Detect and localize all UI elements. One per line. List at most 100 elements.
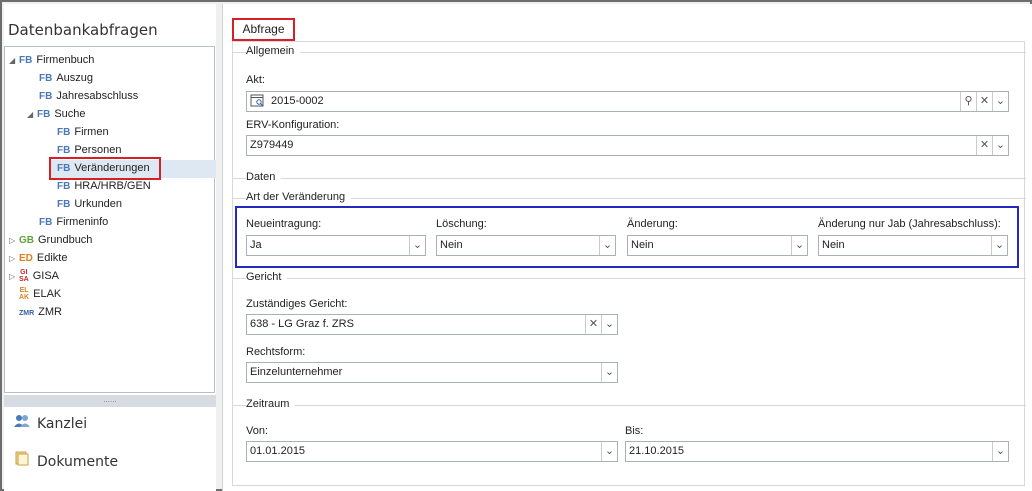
tree-item-urkunden[interactable]: FB Urkunden	[57, 195, 122, 213]
tree-item-label: Urkunden	[74, 198, 123, 210]
tree-item-firmenbuch[interactable]: ◢ FB Firmenbuch	[9, 51, 94, 69]
fb-icon: FB	[39, 73, 53, 84]
von-label: Von:	[246, 425, 269, 437]
tree-item-label: Auszug	[56, 72, 94, 84]
aenderung-label: Änderung:	[627, 218, 678, 230]
record-lookup-icon	[250, 94, 265, 111]
akt-field[interactable]: 2015-0002 ⚲ ✕ ⌄	[246, 91, 1009, 112]
collapse-arrow-icon[interactable]: ◢	[9, 52, 19, 70]
collapse-arrow-icon[interactable]: ◢	[27, 106, 37, 124]
tree-item-label: Personen	[74, 144, 122, 156]
clear-icon[interactable]: ✕	[585, 315, 601, 334]
tree-item-firmeninfo[interactable]: FB Firmeninfo	[39, 213, 108, 231]
bis-value: 21.10.2015	[629, 445, 685, 457]
court-value: 638 - LG Graz f. ZRS	[250, 318, 354, 330]
tree-item-elak[interactable]: EL AK ELAK	[19, 285, 61, 303]
tree-item-label: Edikte	[36, 252, 68, 264]
main-panel: Abfrage Allgemein Akt: 2015-0002 ⚲ ✕ ⌄ E…	[222, 4, 1032, 491]
erv-value: Z979449	[250, 139, 294, 151]
akt-value: 2015-0002	[271, 95, 324, 107]
neueintragung-label: Neueintragung:	[246, 218, 322, 230]
section-divider	[233, 405, 1026, 406]
nav-kanzlei[interactable]: Kanzlei	[14, 414, 87, 434]
von-value: 01.01.2015	[250, 445, 306, 457]
section-divider	[233, 52, 1026, 53]
section-title-art-der-veraenderung: Art der Veränderung	[246, 191, 352, 203]
tree-item-suche[interactable]: ◢ FB Suche	[27, 105, 86, 123]
tree-item-label: HRA/HRB/GEN	[74, 180, 151, 192]
tree-item-firmen[interactable]: FB Firmen	[57, 123, 109, 141]
chevron-down-icon[interactable]: ⌄	[601, 315, 617, 334]
expand-arrow-icon[interactable]: ▷	[9, 250, 19, 268]
aenderung-select[interactable]: Nein ⌄	[627, 235, 808, 256]
tab-abfrage[interactable]: Abfrage	[232, 18, 295, 41]
clear-icon[interactable]: ✕	[976, 136, 992, 155]
aenderung-nur-jab-value: Nein	[822, 239, 845, 251]
navigation-tree: ◢ FB Firmenbuch FB Auszug FB Jahresabschluss…	[4, 46, 216, 393]
tree-item-jahresabschluss[interactable]: FB Jahresabschluss	[39, 87, 138, 105]
legal-form-select[interactable]: Einzelunternehmer ⌄	[246, 362, 618, 383]
chevron-down-icon[interactable]: ⌄	[992, 92, 1008, 111]
loeschung-label: Löschung:	[436, 218, 487, 230]
panel-splitter[interactable]: ......	[4, 395, 216, 407]
loeschung-select[interactable]: Nein ⌄	[436, 235, 616, 256]
section-title-allgemein: Allgemein	[246, 45, 301, 57]
court-select[interactable]: 638 - LG Graz f. ZRS ✕ ⌄	[246, 314, 618, 335]
gb-icon: GB	[19, 235, 34, 246]
fb-icon: FB	[57, 127, 71, 138]
section-divider	[233, 198, 1026, 199]
tree-item-zmr[interactable]: ZMR ZMR	[19, 303, 62, 321]
fb-icon: FB	[19, 55, 33, 66]
loeschung-value: Nein	[440, 239, 463, 251]
tree-item-label: Jahresabschluss	[56, 90, 139, 102]
tree-item-label: Firmen	[74, 126, 109, 138]
chevron-down-icon[interactable]: ⌄	[409, 236, 425, 255]
tree-item-label: ZMR	[38, 306, 62, 318]
neueintragung-select[interactable]: Ja ⌄	[246, 235, 426, 256]
akt-label: Akt:	[246, 74, 265, 86]
chevron-down-icon[interactable]: ⌄	[601, 442, 617, 461]
legal-form-label: Rechtsform:	[246, 346, 306, 358]
section-title-zeitraum: Zeitraum	[246, 398, 296, 410]
bis-date-field[interactable]: 21.10.2015 ⌄	[625, 441, 1009, 462]
tree-item-hra-hrb-gen[interactable]: FB HRA/HRB/GEN	[57, 177, 151, 195]
chevron-down-icon[interactable]: ⌄	[992, 442, 1008, 461]
chevron-down-icon[interactable]: ⌄	[599, 236, 615, 255]
tree-item-auszug[interactable]: FB Auszug	[39, 69, 93, 87]
clear-icon[interactable]: ✕	[976, 92, 992, 111]
aenderung-nur-jab-label: Änderung nur Jab (Jahresabschluss):	[818, 218, 1001, 230]
erv-configuration-select[interactable]: Z979449 ✕ ⌄	[246, 135, 1009, 156]
von-date-field[interactable]: 01.01.2015 ⌄	[246, 441, 618, 462]
nav-dokumente[interactable]: Dokumente	[14, 450, 118, 470]
tree-item-label: Firmeninfo	[56, 216, 109, 228]
chevron-down-icon[interactable]: ⌄	[791, 236, 807, 255]
ed-icon: ED	[19, 253, 33, 264]
people-icon	[14, 414, 32, 434]
search-icon[interactable]: ⚲	[960, 92, 976, 111]
expand-arrow-icon[interactable]: ▷	[9, 268, 19, 286]
fb-icon: FB	[57, 199, 71, 210]
zmr-icon: ZMR	[19, 310, 35, 317]
fb-icon: FB	[57, 181, 71, 192]
section-divider	[233, 178, 1026, 179]
application-window: Datenbankabfragen ◢ FB Firmenbuch FB Auszug…	[0, 0, 1032, 491]
tree-item-gisa[interactable]: ▷ GI SA GISA	[9, 267, 59, 285]
bis-label: Bis:	[625, 425, 644, 437]
chevron-down-icon[interactable]: ⌄	[601, 363, 617, 382]
chevron-down-icon[interactable]: ⌄	[992, 136, 1008, 155]
fb-icon: FB	[37, 109, 51, 120]
tree-item-edikte[interactable]: ▷ ED Edikte	[9, 249, 67, 267]
chevron-down-icon[interactable]: ⌄	[991, 236, 1007, 255]
fb-icon: FB	[39, 217, 53, 228]
documents-icon	[14, 450, 32, 472]
query-form: Allgemein Akt: 2015-0002 ⚲ ✕ ⌄ ERV-Konfi…	[232, 41, 1026, 486]
tree-item-label: ELAK	[33, 288, 62, 300]
section-title-daten: Daten	[246, 171, 282, 183]
erv-label: ERV-Konfiguration:	[246, 119, 340, 131]
aenderung-nur-jab-select[interactable]: Nein ⌄	[818, 235, 1008, 256]
expand-arrow-icon[interactable]: ▷	[9, 232, 19, 250]
neueintragung-value: Ja	[250, 239, 262, 251]
tree-item-grundbuch[interactable]: ▷ GB Grundbuch	[9, 231, 92, 249]
fb-icon: FB	[39, 91, 53, 102]
nav-label: Dokumente	[37, 454, 119, 470]
